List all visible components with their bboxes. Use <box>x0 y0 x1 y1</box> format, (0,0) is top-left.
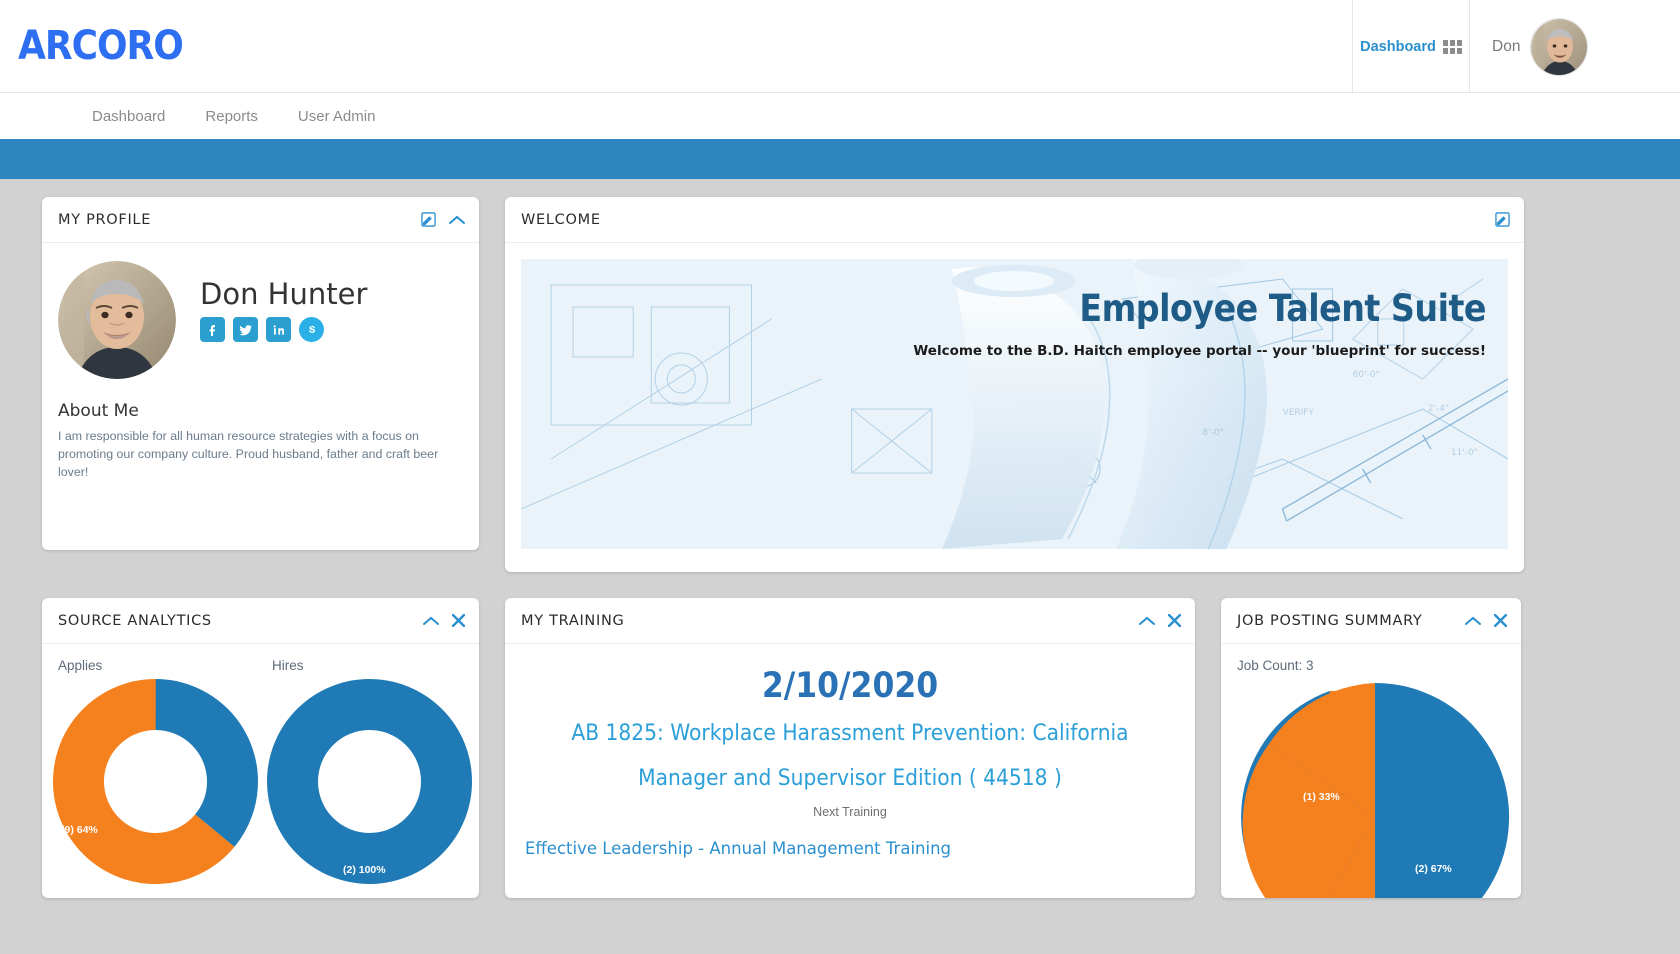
source-analytics-actions <box>423 598 465 643</box>
blue-accent-band <box>0 139 1680 179</box>
edit-icon[interactable] <box>421 212 436 227</box>
arcoro-logo[interactable]: ARCORO <box>18 23 184 69</box>
chevron-up-icon[interactable] <box>423 616 439 626</box>
dashboard-row-2: SOURCE ANALYTICS Applies (5) 36% (9) 64%… <box>42 598 1638 898</box>
job-posting-summary-title: JOB POSTING SUMMARY <box>1237 612 1423 629</box>
hires-chart-label: Hires <box>272 658 304 673</box>
my-training-body: 2/10/2020 AB 1825: Workplace Harassment … <box>505 644 1195 858</box>
close-icon[interactable] <box>452 614 465 627</box>
chevron-up-icon[interactable] <box>1139 616 1155 626</box>
my-training-actions <box>1139 598 1181 643</box>
my-training-title: MY TRAINING <box>521 612 625 629</box>
training-course-name-line1[interactable]: AB 1825: Workplace Harassment Prevention… <box>525 716 1175 751</box>
job-slice-label-orange: (1) 33% <box>1303 791 1340 803</box>
applies-donut-chart: (5) 36% (9) 64% <box>53 679 258 884</box>
logo-wrapper[interactable]: ARCORO <box>0 0 184 92</box>
header-spacer <box>183 0 1352 92</box>
avatar <box>1530 17 1589 76</box>
profile-identity: Don Hunter <box>58 261 463 379</box>
next-training-label: Next Training <box>813 804 887 819</box>
secondary-nav: Dashboard Reports User Admin <box>0 93 1680 139</box>
job-count-label: Job Count: 3 <box>1237 658 1314 673</box>
source-analytics-card: SOURCE ANALYTICS Applies (5) 36% (9) 64%… <box>42 598 479 898</box>
source-analytics-header: SOURCE ANALYTICS <box>42 598 479 644</box>
my-profile-card-header: MY PROFILE <box>42 197 479 243</box>
applies-chart-label: Applies <box>58 658 103 673</box>
welcome-card-title: WELCOME <box>521 211 601 228</box>
nav-item-dashboard[interactable]: Dashboard <box>92 108 165 125</box>
welcome-banner-image: 60'-0" VERIFY 2'-4" 11'-0" 8'-0" Employe… <box>521 259 1508 549</box>
about-me-text: I am responsible for all human resource … <box>58 429 439 479</box>
my-training-header: MY TRAINING <box>505 598 1195 644</box>
profile-avatar <box>58 261 176 379</box>
banner-text-block: Employee Talent Suite Welcome to the B.D… <box>795 287 1486 359</box>
source-analytics-body: Applies (5) 36% (9) 64% Hires (2) 100% <box>42 644 479 884</box>
svg-text:VERIFY: VERIFY <box>1283 408 1315 418</box>
facebook-icon[interactable] <box>200 317 225 342</box>
welcome-card-body: 60'-0" VERIFY 2'-4" 11'-0" 8'-0" Employe… <box>505 243 1524 567</box>
social-links <box>200 317 367 342</box>
linkedin-icon[interactable] <box>266 317 291 342</box>
grid-icon <box>1442 39 1462 54</box>
applies-chart-block: Applies (5) 36% (9) 64% <box>53 658 258 884</box>
profile-name-block: Don Hunter <box>200 261 367 342</box>
welcome-card-header: WELCOME <box>505 197 1524 243</box>
user-menu[interactable]: Don <box>1470 0 1680 93</box>
about-me-heading: About Me <box>58 401 139 421</box>
top-header: ARCORO Dashboard Don <box>0 0 1680 93</box>
job-posting-summary-actions <box>1465 598 1507 643</box>
job-posting-pie-chart: (1) 33% (2) 67% <box>1239 681 1511 898</box>
dashboard-content: MY PROFILE Don Hunter About Me I am resp… <box>0 179 1680 898</box>
nav-item-reports[interactable]: Reports <box>205 108 258 125</box>
svg-text:11'-0": 11'-0" <box>1451 448 1478 458</box>
training-link[interactable]: Effective Leadership - Annual Management… <box>525 839 1175 858</box>
my-profile-card: MY PROFILE Don Hunter About Me I am resp… <box>42 197 479 550</box>
applies-slice-label-blue: (5) 36% <box>169 764 206 776</box>
training-date: 2/10/2020 <box>761 666 939 706</box>
job-posting-summary-body: Job Count: 3 (1) 33% (2) 67% <box>1221 644 1521 898</box>
twitter-icon[interactable] <box>233 317 258 342</box>
close-icon[interactable] <box>1168 614 1181 627</box>
applies-slice-label-orange: (9) 64% <box>61 824 98 836</box>
hires-donut-chart: (2) 100% <box>267 679 472 884</box>
svg-text:2'-4": 2'-4" <box>1428 404 1449 414</box>
hires-slice-label: (2) 100% <box>343 864 386 876</box>
dashboard-switcher[interactable]: Dashboard <box>1352 0 1470 93</box>
chevron-up-icon[interactable] <box>449 215 465 225</box>
edit-icon[interactable] <box>1495 212 1510 227</box>
my-profile-body: Don Hunter About Me I am responsible for… <box>42 243 479 482</box>
skype-icon[interactable] <box>299 317 324 342</box>
page-title: MY PROFILE <box>58 211 152 228</box>
welcome-card: WELCOME 60'-0" VERIFY 2'-4" 11'-0" 8'-0"… <box>505 197 1524 572</box>
welcome-card-actions <box>1495 197 1510 242</box>
banner-heading: Employee Talent Suite <box>1079 287 1486 330</box>
dashboard-row-1: MY PROFILE Don Hunter About Me I am resp… <box>42 197 1638 572</box>
user-menu-label: Don <box>1492 37 1521 55</box>
my-profile-card-actions <box>421 197 465 242</box>
svg-text:60'-0": 60'-0" <box>1353 370 1380 380</box>
job-posting-summary-card: JOB POSTING SUMMARY Job Count: 3 (1) 33%… <box>1221 598 1521 898</box>
training-course-name-line2[interactable]: Manager and Supervisor Edition ( 44518 ) <box>525 761 1175 796</box>
source-analytics-title: SOURCE ANALYTICS <box>58 612 212 629</box>
hires-chart-block: Hires (2) 100% <box>267 658 472 884</box>
my-training-card: MY TRAINING 2/10/2020 AB 1825: Workplace… <box>505 598 1195 898</box>
nav-item-user-admin[interactable]: User Admin <box>298 108 376 125</box>
close-icon[interactable] <box>1494 614 1507 627</box>
dashboard-switcher-label: Dashboard <box>1360 38 1436 55</box>
svg-text:8'-0": 8'-0" <box>1202 428 1223 438</box>
chevron-up-icon[interactable] <box>1465 616 1481 626</box>
job-posting-summary-header: JOB POSTING SUMMARY <box>1221 598 1521 644</box>
profile-name: Don Hunter <box>200 277 368 311</box>
job-slice-label-blue: (2) 67% <box>1415 863 1452 875</box>
banner-subheading: Welcome to the B.D. Haitch employee port… <box>913 343 1486 359</box>
